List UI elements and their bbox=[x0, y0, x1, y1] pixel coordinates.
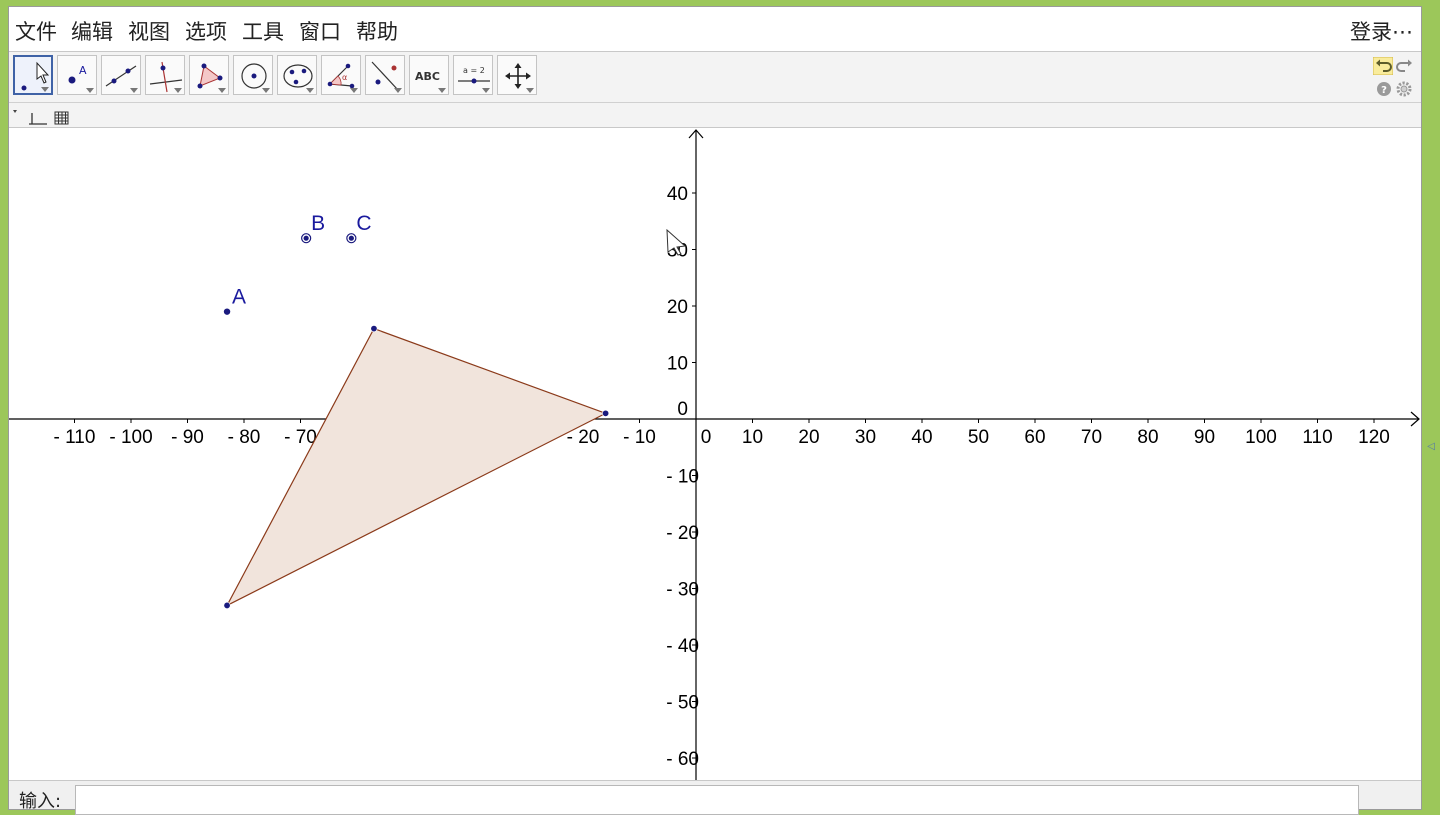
style-bar bbox=[9, 103, 1421, 128]
y-tick-label: 0 bbox=[677, 399, 688, 420]
x-tick-label: - 100 bbox=[109, 427, 152, 448]
collapse-panel-arrow-icon[interactable]: ◁ bbox=[1427, 441, 1435, 452]
reflect-tool-button[interactable] bbox=[365, 55, 405, 95]
x-tick-label: 110 bbox=[1302, 427, 1332, 448]
point-c bbox=[348, 235, 354, 241]
toolbar-right-controls: ? bbox=[1373, 57, 1413, 97]
login-button[interactable]: 登录⋯ bbox=[1350, 16, 1413, 46]
help-icon[interactable]: ? bbox=[1376, 81, 1392, 97]
grid-toggle-icon[interactable] bbox=[54, 111, 69, 125]
redo-icon[interactable] bbox=[1395, 57, 1415, 75]
circle-tool-button[interactable] bbox=[233, 55, 273, 95]
menu-tools[interactable]: 工具 bbox=[242, 16, 284, 46]
x-tick-label: 0 bbox=[701, 427, 712, 448]
text-tool-button[interactable]: ABC bbox=[409, 55, 449, 95]
line-tool-button[interactable] bbox=[101, 55, 141, 95]
axes-toggle-icon[interactable] bbox=[29, 113, 47, 125]
app-window: 文件 编辑 视图 选项 工具 窗口 帮助 登录⋯ A α ABC a = 2 ?… bbox=[8, 6, 1435, 815]
triangle-polygon bbox=[225, 327, 608, 607]
angle-tool-button[interactable]: α bbox=[321, 55, 361, 95]
y-tick-label: 20 bbox=[667, 297, 688, 318]
settings-gear-icon[interactable] bbox=[1395, 80, 1413, 98]
x-tick-label: 10 bbox=[742, 427, 763, 448]
svg-text:α: α bbox=[342, 73, 347, 82]
x-tick-label: 60 bbox=[1024, 427, 1045, 448]
x-tick-label: 90 bbox=[1194, 427, 1215, 448]
svg-text:ABC: ABC bbox=[415, 70, 440, 83]
x-tick-label: - 80 bbox=[228, 427, 261, 448]
menu-options[interactable]: 选项 bbox=[185, 16, 227, 46]
toolbar: A α ABC a = 2 ? bbox=[9, 52, 1421, 103]
x-tick-label: - 90 bbox=[171, 427, 204, 448]
move-tool-button[interactable] bbox=[13, 55, 53, 95]
move-cursor-icon bbox=[21, 61, 50, 91]
menu-view[interactable]: 视图 bbox=[128, 16, 170, 46]
point-label-b: B bbox=[311, 212, 325, 235]
x-tick-label: 30 bbox=[855, 427, 876, 448]
y-tick-label: - 30 bbox=[666, 580, 699, 601]
point-b bbox=[303, 235, 309, 241]
menu-help[interactable]: 帮助 bbox=[356, 16, 398, 46]
menu-file[interactable]: 文件 bbox=[15, 16, 57, 46]
y-tick-label: 10 bbox=[667, 354, 688, 375]
input-label: 输入: bbox=[19, 791, 62, 812]
polygon-vertex bbox=[223, 601, 231, 609]
x-tick-label: 80 bbox=[1137, 427, 1158, 448]
svg-text:a = 2: a = 2 bbox=[463, 66, 485, 75]
graphics-canvas[interactable]: - 110- 100- 90- 80- 70- 60- 50- 40- 30- … bbox=[9, 128, 1421, 783]
x-tick-label: 70 bbox=[1081, 427, 1102, 448]
menu-bar: 文件 编辑 视图 选项 工具 窗口 帮助 登录⋯ bbox=[9, 7, 1421, 52]
x-tick-label: 20 bbox=[798, 427, 819, 448]
input-field[interactable] bbox=[75, 785, 1359, 815]
y-tick-label: 40 bbox=[667, 184, 688, 205]
point-tool-button[interactable]: A bbox=[57, 55, 97, 95]
slider-tool-button[interactable]: a = 2 bbox=[453, 55, 493, 95]
x-tick-label: 50 bbox=[968, 427, 989, 448]
x-tick-label: 100 bbox=[1245, 427, 1277, 448]
perpendicular-tool-button[interactable] bbox=[145, 55, 185, 95]
undo-icon[interactable] bbox=[1373, 57, 1393, 75]
x-tick-label: 40 bbox=[911, 427, 932, 448]
point-a bbox=[223, 308, 231, 315]
svg-text:?: ? bbox=[1381, 85, 1387, 96]
point-label-c: C bbox=[356, 212, 371, 235]
menu-window[interactable]: 窗口 bbox=[299, 16, 341, 46]
y-tick-label: - 40 bbox=[666, 636, 699, 657]
y-tick-label: - 10 bbox=[666, 467, 699, 488]
y-tick-label: - 60 bbox=[666, 749, 699, 770]
y-tick-label: - 20 bbox=[666, 523, 699, 544]
polygon-vertex bbox=[370, 325, 378, 333]
polygon-tool-button[interactable] bbox=[189, 55, 229, 95]
menu-edit[interactable]: 编辑 bbox=[71, 16, 113, 46]
input-bar: 输入: bbox=[9, 780, 1421, 815]
polygon-vertex bbox=[602, 409, 610, 417]
y-tick-label: - 50 bbox=[666, 693, 699, 714]
svg-text:A: A bbox=[79, 64, 87, 77]
style-bar-icons bbox=[13, 110, 69, 125]
conic-tool-button[interactable] bbox=[277, 55, 317, 95]
point-label-a: A bbox=[232, 286, 246, 309]
collapse-arrow-icon[interactable] bbox=[13, 110, 17, 113]
x-tick-label: - 110 bbox=[54, 427, 96, 448]
x-tick-label: 120 bbox=[1358, 427, 1390, 448]
graphics-view[interactable]: - 110- 100- 90- 80- 70- 60- 50- 40- 30- … bbox=[9, 128, 1421, 783]
x-tick-label: - 10 bbox=[623, 427, 656, 448]
move-view-tool-button[interactable] bbox=[497, 55, 537, 95]
